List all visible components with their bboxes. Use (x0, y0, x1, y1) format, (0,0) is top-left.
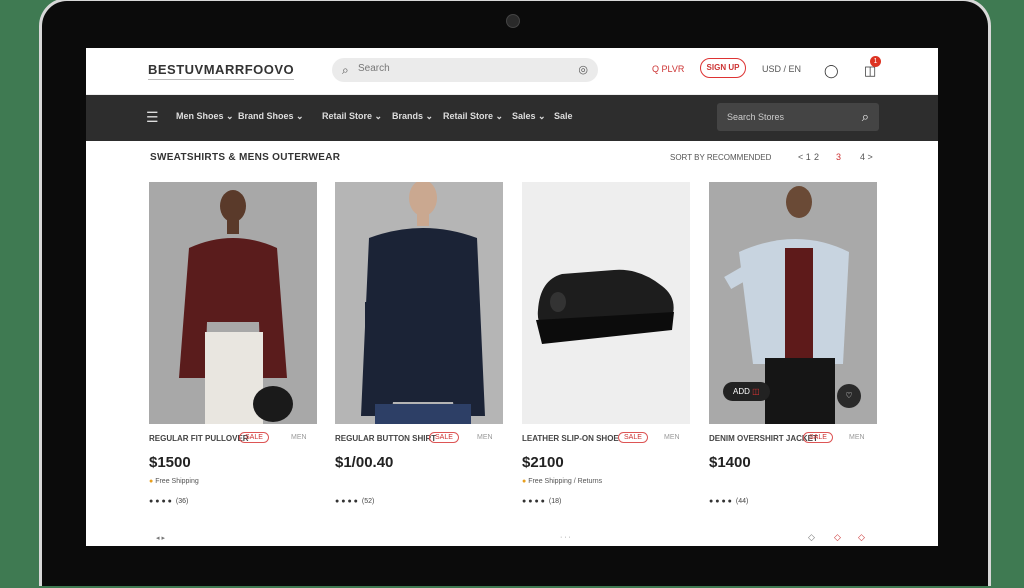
sale-badge: SALE (239, 432, 269, 443)
top-header: BESTUVMARRFOOVO ⌕ Search ◎ Q PLVR SIGN U… (86, 48, 938, 95)
rating-stars: ●●●● (522, 498, 547, 505)
bag-icon: ◫ (752, 387, 760, 396)
heart-icon[interactable]: ♡ (837, 384, 861, 408)
nav-item-brands[interactable]: Brands ⌄ (392, 111, 433, 122)
rating-stars: ●●●● (335, 498, 360, 505)
footer-icon-3[interactable]: ◇ (858, 532, 865, 543)
brand-logo[interactable]: BESTUVMARRFOOVO (148, 62, 295, 80)
product-name[interactable]: REGULAR BUTTON SHIRT (335, 434, 436, 443)
nav-item-brand-shoes[interactable]: Brand Shoes ⌄ (238, 111, 304, 122)
footer-left[interactable]: ◂ ▸ (156, 534, 165, 542)
cart-count-badge: 1 (870, 56, 881, 67)
product-category: MEN (664, 434, 680, 441)
add-to-cart-button[interactable]: ADD ◫ (723, 382, 770, 401)
rating-count: (44) (735, 498, 749, 505)
product-card[interactable]: ADD ◫ ♡ DENIM OVERSHIRT JACKET SALE MEN … (709, 182, 877, 505)
rating-count: (52) (361, 498, 375, 505)
product-price: $1/00.40 (335, 454, 394, 471)
product-card[interactable]: LEATHER SLIP-ON SHOE SALE MEN $2100 ● Fr… (522, 182, 690, 505)
main-nav: ☰ Men Shoes ⌄ Brand Shoes ⌄ Retail Store… (86, 95, 938, 141)
help-link[interactable]: Q PLVR (652, 64, 684, 74)
product-price: $1400 (709, 454, 751, 471)
pager-next[interactable]: 4 > (860, 152, 873, 162)
pager-page-2[interactable]: 2 (814, 152, 819, 162)
rating: ●●●● (52) (335, 498, 374, 505)
shipping-text: Free Shipping (155, 478, 199, 485)
rating: ●●●● (18) (522, 498, 561, 505)
user-icon[interactable]: ◯ (824, 63, 839, 79)
product-name[interactable]: REGULAR FIT PULLOVER (149, 434, 249, 443)
product-image[interactable] (149, 182, 317, 424)
shipping-text: Free Shipping / Returns (528, 478, 603, 485)
nav-item-retail-store[interactable]: Retail Store ⌄ (322, 111, 382, 122)
store-search-input[interactable]: Search Stores (727, 112, 784, 122)
webcam (506, 14, 520, 28)
product-image[interactable] (335, 182, 503, 424)
product-category: MEN (291, 434, 307, 441)
store-search[interactable]: Search Stores ⌕ (717, 103, 879, 131)
nav-item-sales[interactable]: Sales ⌄ (512, 111, 546, 122)
product-card[interactable]: REGULAR FIT PULLOVER SALE MEN $1500 ● Fr… (149, 182, 317, 505)
section-title: SWEATSHIRTS & MENS OUTERWEAR (150, 152, 341, 163)
add-label: ADD (733, 387, 750, 396)
search-bar[interactable]: ⌕ Search ◎ (332, 58, 598, 82)
product-name[interactable]: LEATHER SLIP-ON SHOE (522, 434, 619, 443)
signup-button[interactable]: SIGN UP (700, 58, 746, 78)
nav-item-retail-store-2[interactable]: Retail Store ⌄ (443, 111, 503, 122)
browser-screen: BESTUVMARRFOOVO ⌕ Search ◎ Q PLVR SIGN U… (86, 48, 938, 546)
search-icon[interactable]: ⌕ (862, 109, 869, 125)
shipping-info: ● Free Shipping / Returns (522, 478, 602, 485)
sale-badge: SALE (429, 432, 459, 443)
rating-count: (18) (548, 498, 562, 505)
pager-prev[interactable]: < 1 (798, 152, 811, 162)
footer-icon-1[interactable]: ◇ (808, 532, 815, 543)
language-selector[interactable]: USD / EN (762, 64, 801, 74)
sale-badge: SALE (618, 432, 648, 443)
nav-item-men-shoes[interactable]: Men Shoes ⌄ (176, 111, 234, 122)
product-image[interactable]: ADD ◫ ♡ (709, 182, 877, 424)
sort-dropdown[interactable]: SORT BY RECOMMENDED (670, 153, 771, 162)
nav-item-sale[interactable]: Sale (554, 111, 573, 121)
search-icon: ⌕ (342, 63, 349, 77)
product-price: $1500 (149, 454, 191, 471)
rating-stars: ●●●● (149, 498, 174, 505)
footer-mid: · · · (560, 534, 571, 541)
menu-icon[interactable]: ☰ (146, 109, 159, 126)
rating: ●●●● (44) (709, 498, 748, 505)
product-name[interactable]: DENIM OVERSHIRT JACKET (709, 434, 818, 443)
sale-badge: SALE (803, 432, 833, 443)
product-image[interactable] (522, 182, 690, 424)
rating-stars: ●●●● (709, 498, 734, 505)
pager-page-3[interactable]: 3 (836, 152, 841, 162)
product-category: MEN (477, 434, 493, 441)
shipping-info: ● Free Shipping (149, 478, 199, 485)
camera-icon[interactable]: ◎ (578, 63, 588, 76)
search-input[interactable]: Search (358, 63, 390, 74)
footer-icon-2[interactable]: ◇ (834, 532, 841, 543)
rating-count: (36) (175, 498, 189, 505)
product-category: MEN (849, 434, 865, 441)
rating: ●●●● (36) (149, 498, 188, 505)
product-card[interactable]: REGULAR BUTTON SHIRT SALE MEN $1/00.40 ●… (335, 182, 503, 505)
product-price: $2100 (522, 454, 564, 471)
